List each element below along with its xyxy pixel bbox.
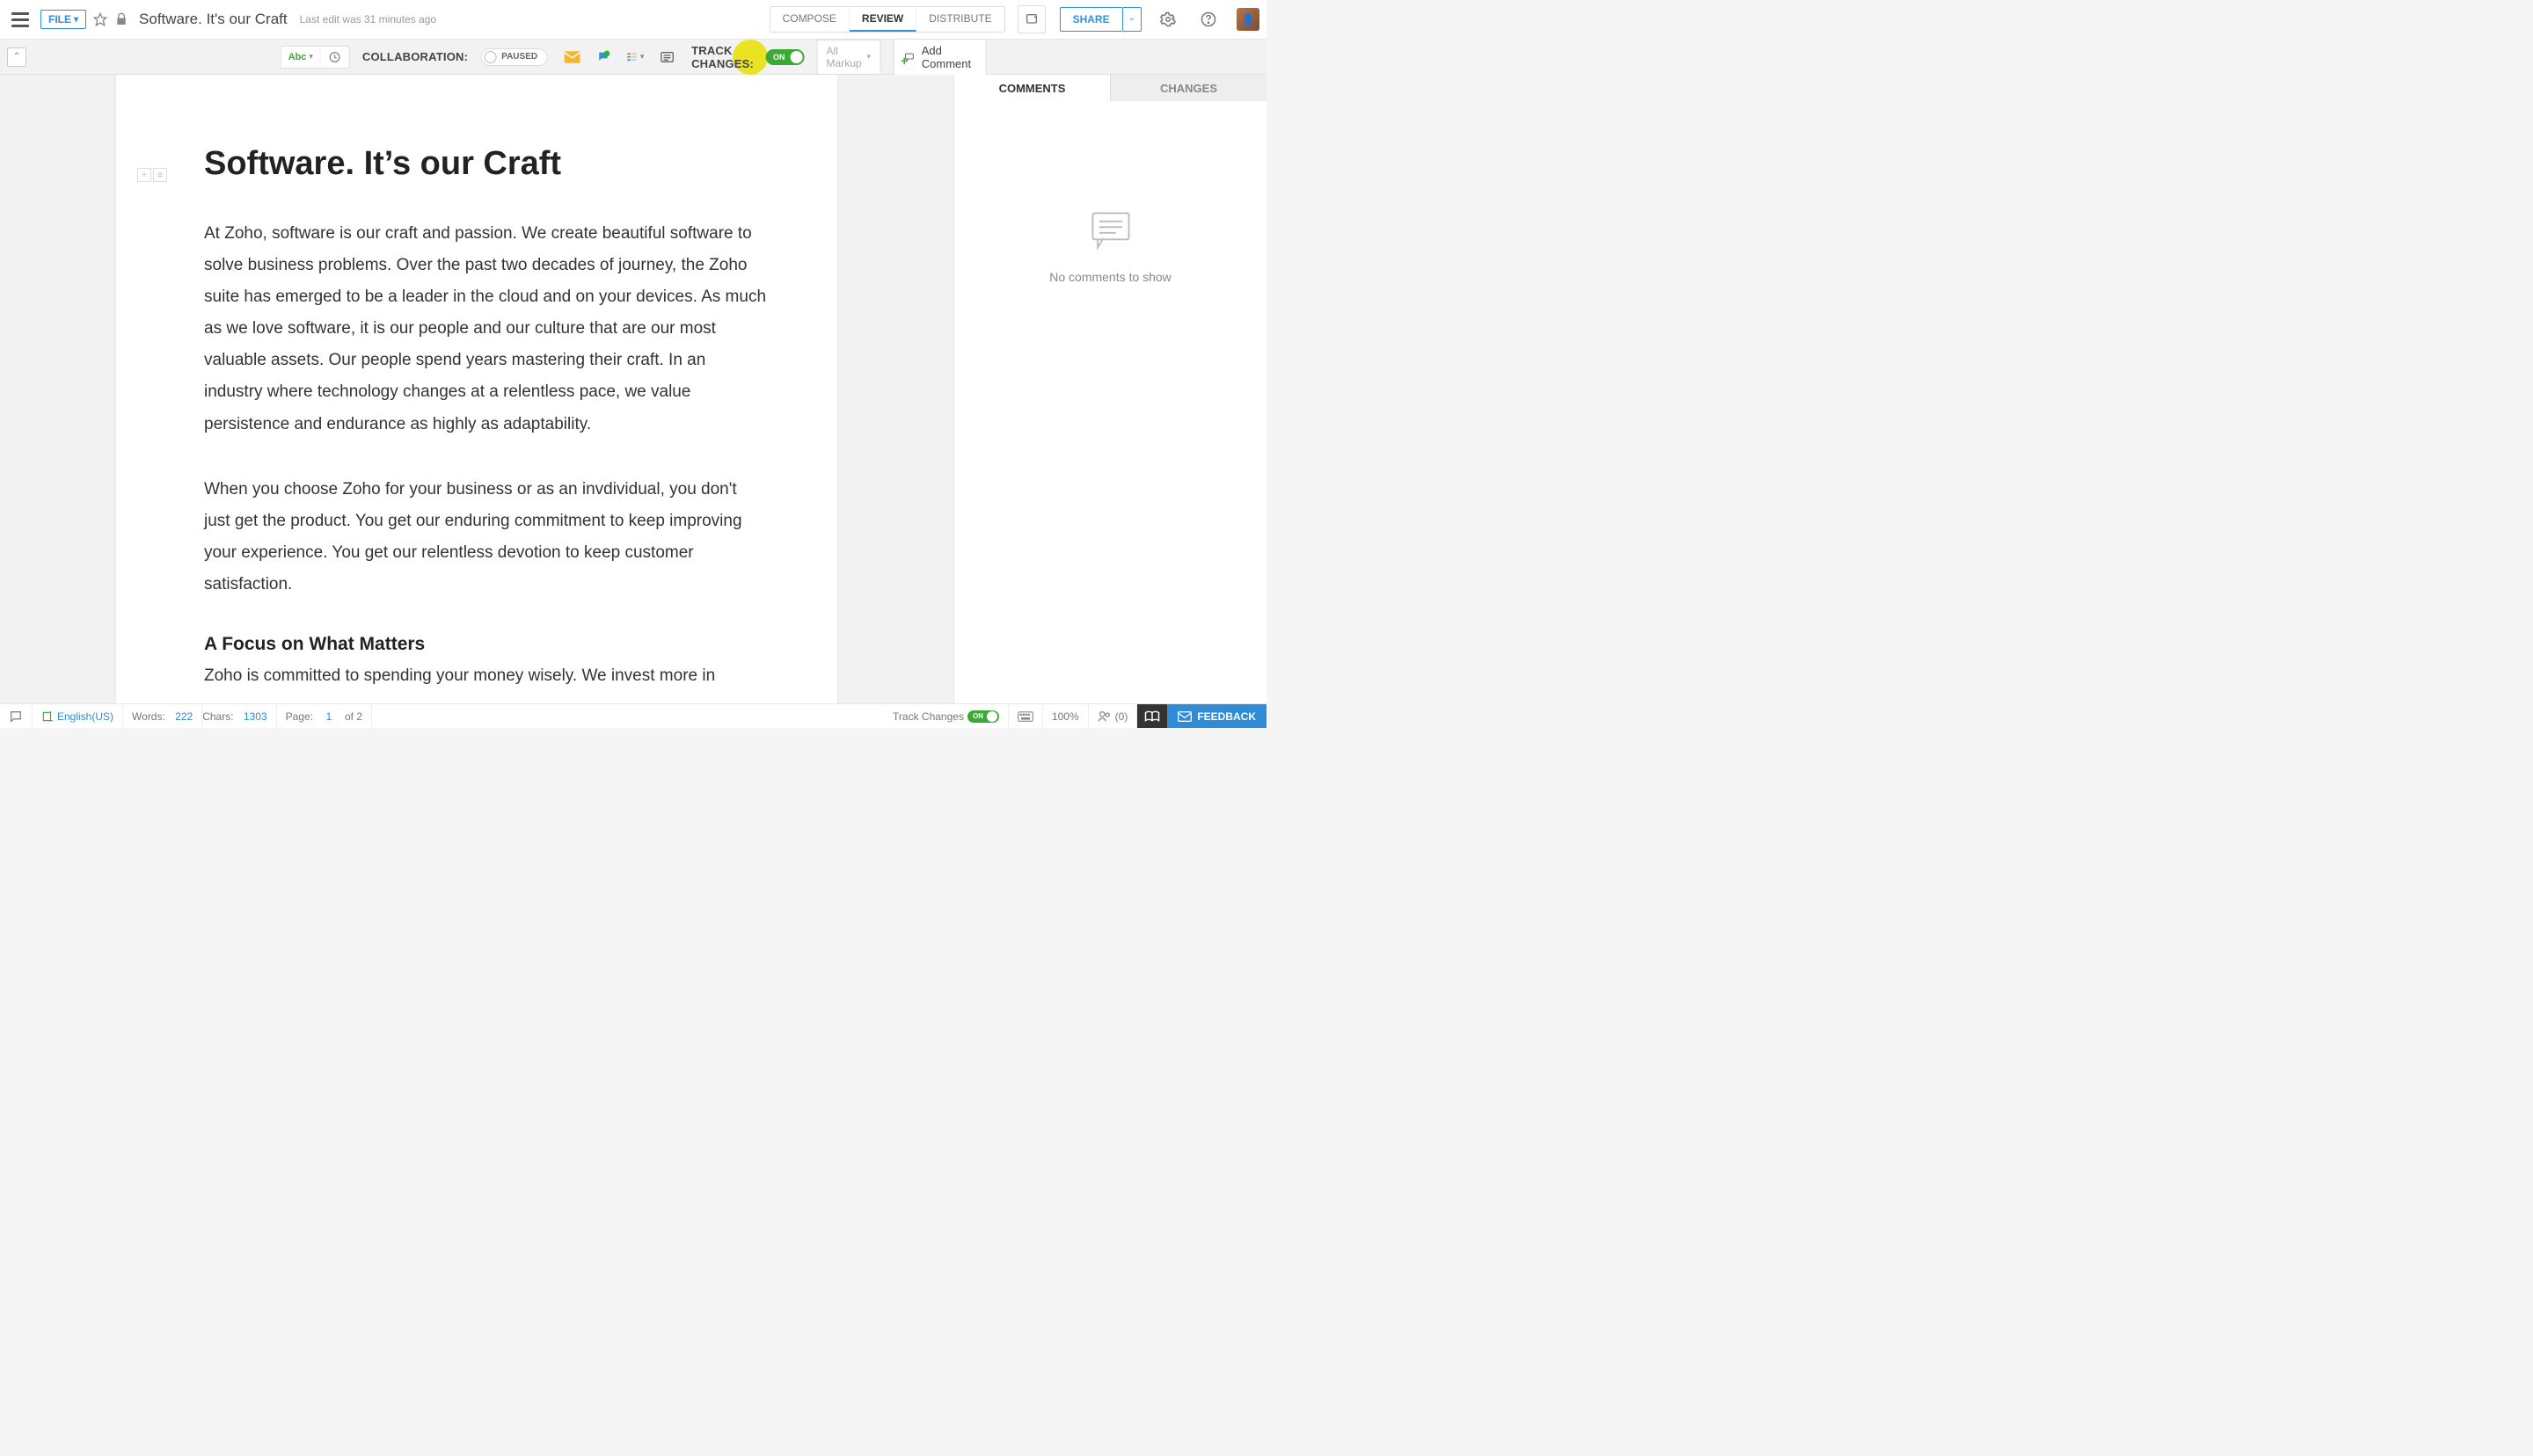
side-panel: COMMENTS CHANGES No comments to show (953, 75, 1266, 703)
review-toolbar: ⌃ Abc▾ COLLABORATION: PAUSED ▾ TRACK CHA… (0, 40, 1266, 75)
add-comment-button[interactable]: + Add Comment (893, 39, 986, 76)
collaboration-label: COLLABORATION: (362, 50, 468, 63)
hamburger-menu-icon[interactable] (7, 6, 33, 33)
avatar[interactable]: 👤 (1237, 8, 1259, 31)
reader-view-icon[interactable] (1137, 704, 1167, 728)
review-history-icon[interactable] (320, 47, 349, 68)
notification-icon[interactable] (1018, 5, 1046, 33)
collaboration-toggle[interactable]: PAUSED (480, 48, 547, 66)
track-changes-toggle[interactable]: ON (766, 49, 805, 65)
collab-actions: ▾ (559, 46, 679, 69)
zoom-level[interactable]: 100% (1043, 704, 1089, 728)
empty-comments-icon (1086, 207, 1135, 256)
permissions-icon[interactable]: ▾ (623, 46, 647, 69)
star-icon[interactable] (93, 12, 107, 26)
notify-collab-icon[interactable] (591, 46, 616, 69)
app-header: FILE Software. It's our Craft Last edit … (0, 0, 1266, 40)
track-changes-status[interactable]: Track Changes ON (884, 704, 1009, 728)
main-area: + ≡ Software. It’s our Craft At Zoho, so… (0, 75, 1266, 703)
keyboard-icon[interactable] (1009, 704, 1043, 728)
status-bar: English(US) Words: 222 Chars: 1303 Page:… (0, 703, 1266, 728)
spellcheck-icon[interactable]: Abc▾ (281, 48, 320, 66)
add-block-icon[interactable]: + (137, 168, 151, 182)
document-title[interactable]: Software. It's our Craft (139, 11, 288, 28)
doc-heading[interactable]: Software. It’s our Craft (204, 145, 767, 183)
page-indicator[interactable]: Page: 1 of 2 (277, 704, 372, 728)
file-menu-button[interactable]: FILE (40, 10, 86, 29)
tab-changes[interactable]: CHANGES (1111, 75, 1266, 101)
collaborator-count[interactable]: (0) (1089, 704, 1138, 728)
document-page: + ≡ Software. It’s our Craft At Zoho, so… (116, 75, 837, 703)
mode-tabs: COMPOSE REVIEW DISTRIBUTE (770, 6, 1005, 33)
lock-icon (114, 12, 128, 26)
empty-comments: No comments to show (954, 101, 1266, 703)
markup-dropdown[interactable]: All Markup▾ (817, 40, 881, 75)
share-button[interactable]: SHARE (1060, 7, 1123, 32)
tab-compose[interactable]: COMPOSE (770, 7, 850, 32)
track-changes-label: TRACK CHANGES: (691, 44, 754, 70)
tab-comments[interactable]: COMMENTS (954, 75, 1111, 101)
spellcheck-group: Abc▾ (281, 46, 350, 69)
settings-icon[interactable] (1154, 5, 1182, 33)
doc-paragraph-1[interactable]: At Zoho, software is our craft and passi… (204, 218, 767, 440)
language-selector[interactable]: English(US) (33, 704, 123, 728)
doc-subhead[interactable]: A Focus on What Matters (204, 634, 767, 655)
mail-icon[interactable] (559, 46, 584, 69)
document-viewport[interactable]: + ≡ Software. It’s our Craft At Zoho, so… (0, 75, 953, 703)
empty-comments-text: No comments to show (1049, 270, 1172, 284)
doc-paragraph-2[interactable]: When you choose Zoho for your business o… (204, 474, 767, 601)
chat-icon[interactable] (0, 704, 33, 728)
help-icon[interactable] (1194, 5, 1223, 33)
word-count[interactable]: Words: 222 (123, 704, 202, 728)
last-edit-text: Last edit was 31 minutes ago (300, 13, 436, 25)
doc-paragraph-3[interactable]: Zoho is committed to spending your money… (204, 660, 767, 692)
block-handles[interactable]: + ≡ (137, 168, 167, 182)
document-reader-icon[interactable] (654, 46, 679, 69)
feedback-button[interactable]: FEEDBACK (1167, 704, 1266, 728)
share-caret-button[interactable]: ⌄ (1123, 7, 1142, 32)
side-tabs: COMMENTS CHANGES (954, 75, 1266, 101)
tab-distribute[interactable]: DISTRIBUTE (916, 7, 1004, 32)
char-count[interactable]: Chars: 1303 (202, 704, 276, 728)
tab-review[interactable]: REVIEW (850, 7, 916, 32)
expand-toolbar-icon[interactable]: ⌃ (7, 47, 26, 67)
block-menu-icon[interactable]: ≡ (153, 168, 167, 182)
